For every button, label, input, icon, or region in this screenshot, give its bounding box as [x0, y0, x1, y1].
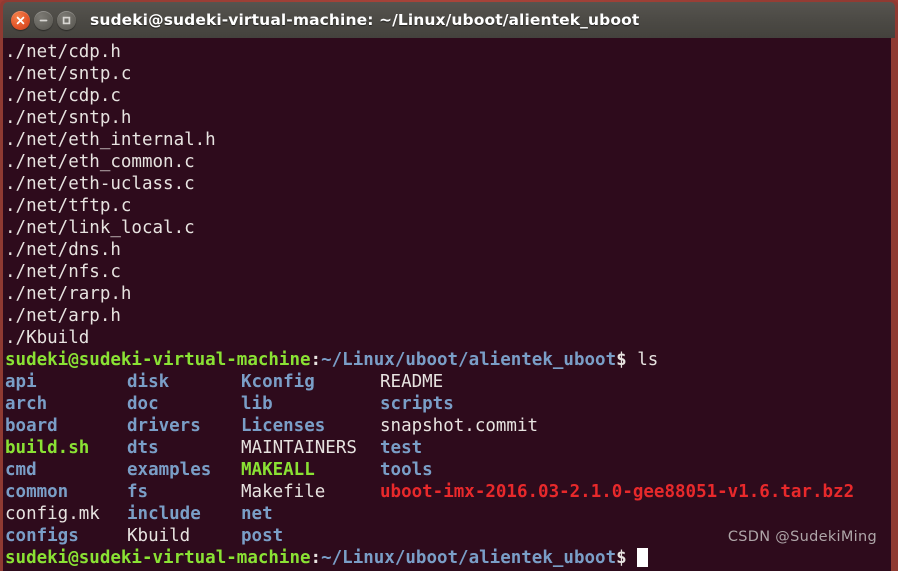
- ls-entry-file: snapshot.commit: [380, 416, 539, 436]
- ls-entry-dir: api: [5, 372, 37, 392]
- terminal-output-line: ./net/link_local.c: [5, 218, 195, 238]
- ls-output-row: cmd examples MAKEALL tools: [5, 459, 891, 481]
- ls-entry-dir: tools: [380, 460, 433, 480]
- ls-entry-dir: configs: [5, 526, 79, 546]
- ls-output-row: board drivers Licenses snapshot.commit: [5, 415, 891, 437]
- terminal-output-line: ./net/arp.h: [5, 306, 121, 326]
- prompt-dollar: $: [616, 548, 627, 568]
- terminal-output-line: ./net/sntp.c: [5, 64, 132, 84]
- shell-prompt: sudeki@sudeki-virtual-machine:~/Linux/ub…: [5, 349, 891, 371]
- terminal-output-line: ./net/tftp.c: [5, 196, 132, 216]
- prompt-path: ~/Linux/uboot/alientek_uboot: [321, 350, 617, 370]
- ls-entry-file: Makefile: [241, 482, 326, 502]
- typed-command: ls: [626, 350, 659, 370]
- prompt-path: ~/Linux/uboot/alientek_uboot: [321, 548, 617, 568]
- prompt-user-host: sudeki@sudeki-virtual-machine: [5, 548, 311, 568]
- shell-prompt: sudeki@sudeki-virtual-machine:~/Linux/ub…: [5, 547, 891, 569]
- ls-entry-dir: Kconfig: [241, 372, 315, 392]
- ls-entry-dir: Licenses: [241, 416, 326, 436]
- terminal-output-line: ./net/cdp.h: [5, 42, 121, 62]
- ls-entry-dir: board: [5, 416, 58, 436]
- terminal-output-line: ./Kbuild: [5, 328, 90, 348]
- ls-entry-file: config.mk: [5, 504, 100, 524]
- ls-entry-archive: uboot-imx-2016.03-2.1.0-gee88051-v1.6.ta…: [380, 482, 855, 502]
- ls-entry-dir: fs: [127, 482, 149, 502]
- terminal-window: sudeki@sudeki-virtual-machine: ~/Linux/u…: [0, 0, 898, 571]
- prompt-command-line: sudeki@sudeki-virtual-machine:~/Linux/ub…: [5, 349, 891, 371]
- window-title: sudeki@sudeki-virtual-machine: ~/Linux/u…: [90, 11, 640, 29]
- terminal-output-line: ./net/sntp.h: [5, 108, 132, 128]
- ls-entry-dir: scripts: [380, 394, 454, 414]
- terminal-output-line: ./net/eth_common.c: [5, 152, 195, 172]
- terminal-output-line: ./net/eth_internal.h: [5, 130, 216, 150]
- ls-entry-dir: lib: [241, 394, 273, 414]
- ls-entry-dir: test: [380, 438, 423, 458]
- ls-output-row: arch doc lib scripts: [5, 393, 891, 415]
- prompt-separator: :: [310, 548, 322, 568]
- ls-entry-exec: MAKEALL: [241, 460, 315, 480]
- close-icon[interactable]: [11, 10, 30, 30]
- ls-entry-exec: build.sh: [5, 438, 90, 458]
- prompt-dollar: $: [616, 350, 627, 370]
- ls-entry-file: Kbuild: [127, 526, 191, 546]
- terminal-output-line: ./net/nfs.c: [5, 262, 121, 282]
- watermark: CSDN @SudekiMing: [727, 529, 877, 545]
- ls-entry-dir: disk: [127, 372, 170, 392]
- maximize-icon[interactable]: [57, 10, 76, 30]
- find-output-block: ./net/cdp.h ./net/sntp.c ./net/cdp.c ./net/…: [5, 41, 891, 349]
- ls-entry-file: MAINTAINERS: [241, 438, 357, 458]
- text-cursor[interactable]: [637, 548, 649, 567]
- terminal-output-line: ./net/rarp.h: [5, 284, 132, 304]
- ls-entry-dir: drivers: [127, 416, 201, 436]
- ls-output-row: api disk Kconfig README: [5, 371, 891, 393]
- terminal-output-line: ./net/cdp.c: [5, 86, 121, 106]
- prompt-user-host: sudeki@sudeki-virtual-machine: [5, 350, 311, 370]
- ls-output-row: common fs Makefile uboot-imx-2016.03-2.1.0-…: [5, 481, 891, 503]
- terminal-output-line: ./net/dns.h: [5, 240, 121, 260]
- title-bar[interactable]: sudeki@sudeki-virtual-machine: ~/Linux/u…: [3, 2, 895, 38]
- prompt-separator: :: [310, 350, 322, 370]
- terminal-screen[interactable]: ./net/cdp.h ./net/sntp.c ./net/cdp.c ./net/…: [3, 38, 891, 571]
- ls-entry-file: README: [380, 372, 444, 392]
- ls-output-row: build.sh dts MAINTAINERS test: [5, 437, 891, 459]
- ls-entry-dir: net: [241, 504, 273, 524]
- terminal-output-line: ./net/eth-uclass.c: [5, 174, 195, 194]
- ls-entry-dir: doc: [127, 394, 159, 414]
- ls-entry-dir: arch: [5, 394, 48, 414]
- ls-entry-dir: common: [5, 482, 69, 502]
- ls-output-row: config.mk include net: [5, 503, 891, 525]
- ls-entry-dir: post: [241, 526, 284, 546]
- minimize-icon[interactable]: [34, 10, 53, 30]
- ls-entry-dir: include: [127, 504, 201, 524]
- window-controls: [11, 10, 76, 30]
- ls-entry-dir: cmd: [5, 460, 37, 480]
- ls-output-grid: api disk Kconfig README arch doc lib scripts boa…: [5, 371, 891, 547]
- prompt-final-line[interactable]: sudeki@sudeki-virtual-machine:~/Linux/ub…: [5, 547, 891, 569]
- ls-entry-dir: dts: [127, 438, 159, 458]
- ls-entry-dir: examples: [127, 460, 212, 480]
